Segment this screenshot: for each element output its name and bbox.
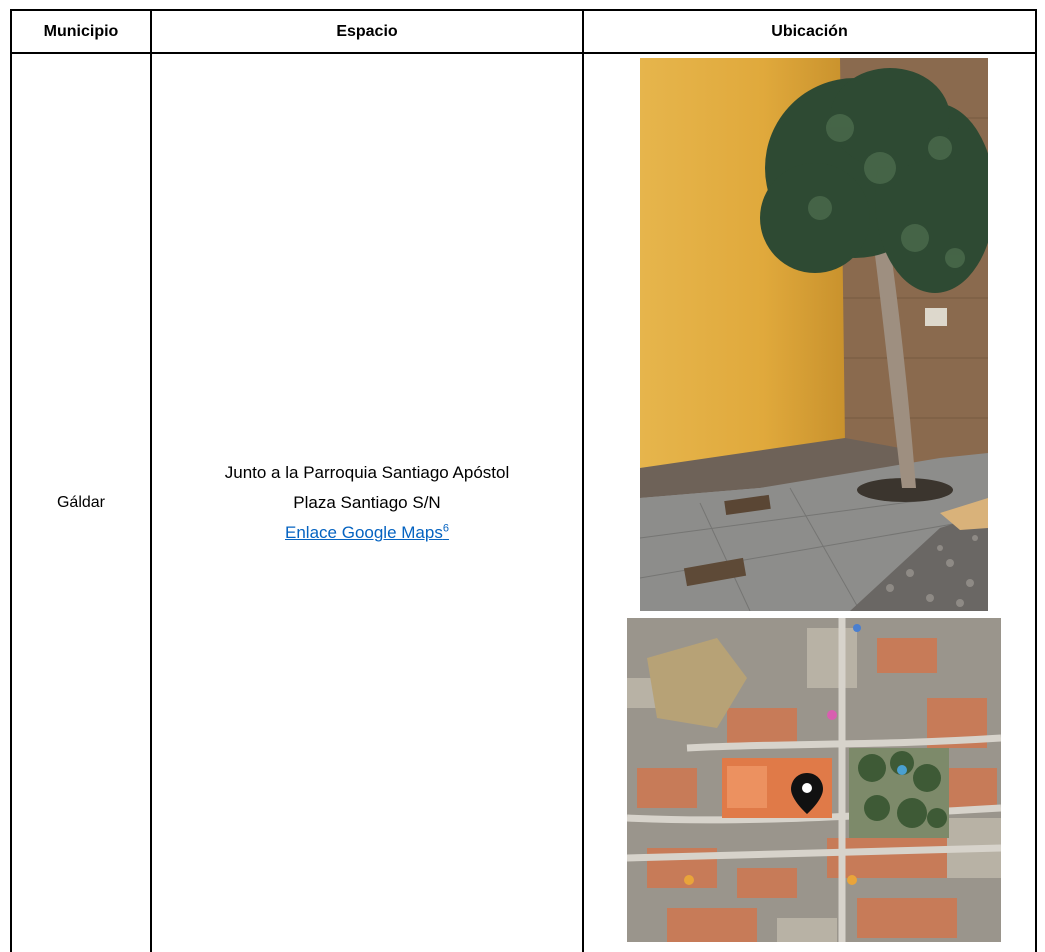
maps-link-wrapper: Enlace Google Maps6 bbox=[152, 518, 582, 548]
google-maps-link[interactable]: Enlace Google Maps6 bbox=[285, 523, 449, 542]
espacio-address: Junto a la Parroquia Santiago Apóstol Pl… bbox=[152, 458, 582, 548]
espacio-line-1: Junto a la Parroquia Santiago Apóstol bbox=[224, 463, 510, 482]
municipio-name: Gáldar bbox=[56, 494, 106, 511]
satellite-map-drawing bbox=[627, 618, 1001, 942]
cell-espacio: Junto a la Parroquia Santiago Apóstol Pl… bbox=[150, 52, 584, 952]
google-maps-link-label: Enlace Google Maps bbox=[285, 523, 443, 542]
header-espacio: Espacio bbox=[150, 9, 584, 54]
header-ubicacion: Ubicación bbox=[582, 9, 1037, 54]
street-photo bbox=[640, 58, 988, 611]
cell-municipio: Gáldar bbox=[10, 52, 152, 952]
header-row: Municipio Espacio Ubicación bbox=[10, 9, 1037, 54]
header-municipio: Municipio bbox=[10, 9, 152, 54]
espacio-line-2: Plaza Santiago S/N bbox=[293, 493, 441, 512]
street-photo-drawing bbox=[640, 58, 988, 611]
footnote-mark: 6 bbox=[442, 522, 449, 535]
satellite-map bbox=[627, 618, 1001, 942]
